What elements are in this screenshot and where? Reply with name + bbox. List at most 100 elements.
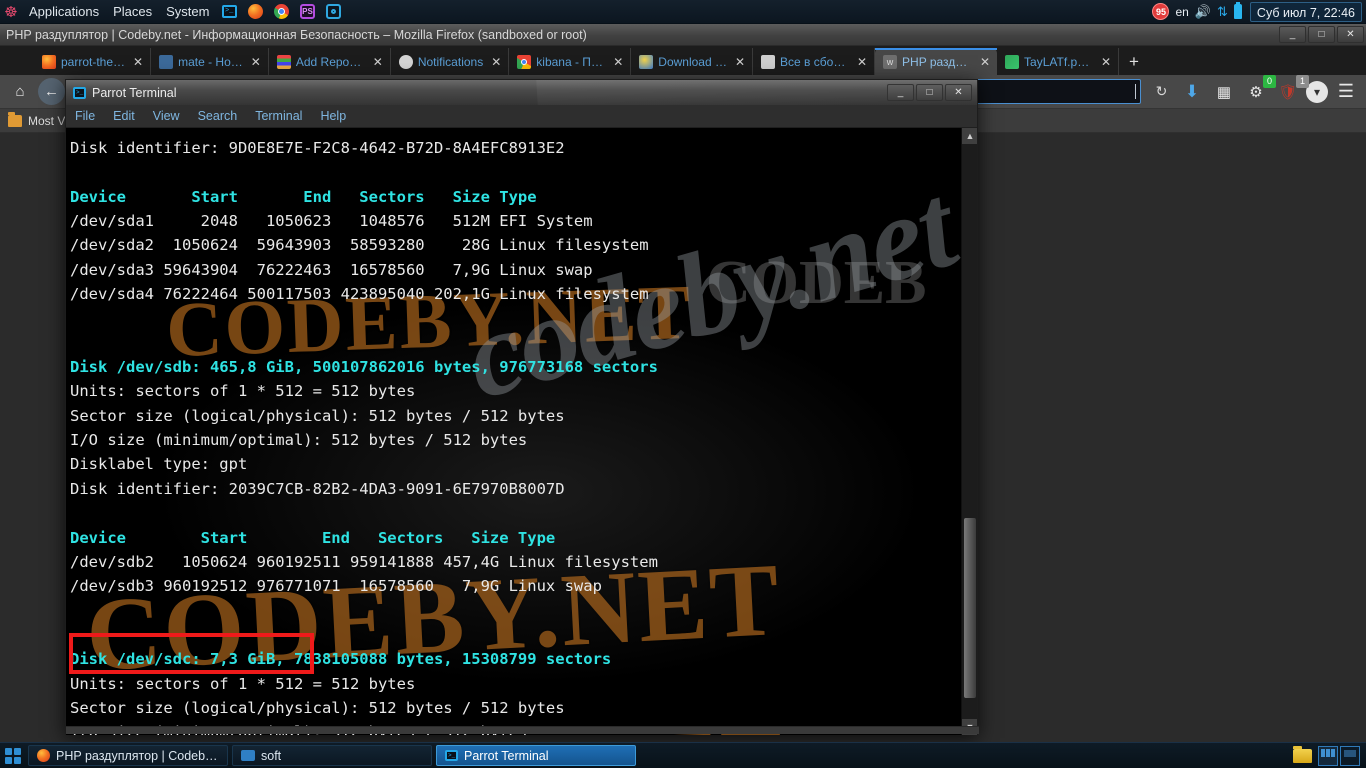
- browser-tab-active[interactable]: w PHP раздуп… ✕: [875, 48, 998, 75]
- terminal-line: Device Start End Sectors Size Type: [70, 528, 556, 547]
- terminal-icon: >_: [73, 86, 86, 99]
- tab-close-icon[interactable]: ✕: [732, 55, 748, 69]
- firefox-titlebar[interactable]: PHP раздуплятор | Codeby.net - Информаци…: [0, 24, 1366, 46]
- tab-close-icon[interactable]: ✕: [854, 55, 870, 69]
- menu-terminal[interactable]: Terminal: [246, 105, 311, 128]
- close-button[interactable]: ✕: [945, 84, 972, 101]
- text-icon: [761, 54, 776, 69]
- folder-icon[interactable]: [1293, 745, 1312, 763]
- browser-tab[interactable]: parrot-the… ✕: [34, 48, 152, 75]
- shield-icon[interactable]: 🛡 1: [1274, 74, 1309, 105]
- tab-close-icon[interactable]: ✕: [1098, 55, 1114, 69]
- tab-close-icon[interactable]: ✕: [610, 55, 626, 69]
- terminal-line: /dev/sdb3 960192512 976771071 16578560 7…: [70, 577, 602, 596]
- terminal-line: Disk /dev/sdb: 465,8 GiB, 500107862016 b…: [70, 358, 658, 377]
- tab-close-icon[interactable]: ✕: [977, 55, 993, 69]
- firefox-icon[interactable]: [242, 0, 268, 24]
- parrot-logo-icon[interactable]: ☸: [0, 3, 22, 21]
- reload-icon[interactable]: ↻: [1149, 83, 1174, 100]
- terminal-line: /dev/sda3 59643904 76222463 16578560 7,9…: [70, 260, 593, 279]
- keyboard-layout-indicator[interactable]: en: [1175, 5, 1188, 19]
- screen-root: PHP раздуплятор | Codeby.net - Информаци…: [0, 0, 1366, 768]
- menu-places[interactable]: Places: [106, 0, 159, 24]
- firefox-icon: [42, 54, 56, 69]
- tab-label: Download …: [658, 54, 727, 69]
- terminal-icon[interactable]: >_: [216, 0, 242, 24]
- menu-view[interactable]: View: [144, 105, 189, 128]
- terminal-titlebar[interactable]: >_ Parrot Terminal _ □ ✕: [66, 80, 977, 105]
- scrollbar-thumb[interactable]: [964, 518, 976, 698]
- network-icon[interactable]: ⇅: [1217, 5, 1228, 18]
- taskbar-item-terminal[interactable]: >_ Parrot Terminal: [436, 745, 636, 766]
- workspace-1[interactable]: [1318, 745, 1338, 766]
- menu-applications[interactable]: Applications: [22, 0, 106, 24]
- terminal-line: /dev/sdb2 1050624 960192511 959141888 45…: [70, 552, 658, 571]
- scroll-up-icon[interactable]: ▲: [962, 128, 977, 144]
- browser-tab[interactable]: Notifications ✕: [390, 48, 510, 75]
- terminal-line: Disk identifier: 2039C7CB-82B2-4DA3-9091…: [70, 479, 565, 498]
- new-tab-button[interactable]: +: [1119, 48, 1149, 75]
- tab-label: PHP раздуп…: [902, 54, 972, 69]
- camera-icon[interactable]: [320, 0, 346, 24]
- terminal-scrollbar[interactable]: ▲ ▼: [961, 128, 977, 735]
- workspace-2[interactable]: [1340, 745, 1360, 766]
- library-icon[interactable]: ▦: [1210, 79, 1238, 105]
- tab-label: TayLATf.pn…: [1024, 54, 1093, 69]
- taskbar-item-soft[interactable]: soft: [232, 745, 432, 766]
- notification-badge[interactable]: 95: [1152, 3, 1170, 20]
- menu-search[interactable]: Search: [189, 105, 247, 128]
- close-button[interactable]: ✕: [1337, 26, 1364, 43]
- chrome-icon[interactable]: [268, 0, 294, 24]
- tab-bar: parrot-the… ✕ mate - Ho… ✕ Add Reposi… ✕…: [0, 46, 1366, 75]
- tab-close-icon[interactable]: ✕: [248, 55, 264, 69]
- browser-tab[interactable]: Download … ✕: [631, 48, 754, 75]
- home-icon[interactable]: ⌂: [6, 79, 34, 105]
- shield-badge: 1: [1296, 74, 1309, 88]
- minimize-button[interactable]: _: [1279, 26, 1306, 43]
- tab-close-icon[interactable]: ✕: [130, 55, 146, 69]
- volume-icon[interactable]: 🔊: [1195, 5, 1211, 18]
- extension-icon[interactable]: ⚙ 0: [1242, 74, 1276, 105]
- pocket-chevron-icon[interactable]: ▾: [1306, 80, 1328, 103]
- browser-tab[interactable]: Add Reposi… ✕: [268, 48, 391, 75]
- terminal-resize-grip[interactable]: [66, 726, 979, 734]
- terminal-menubar: File Edit View Search Terminal Help: [66, 105, 977, 128]
- firefox-window-controls: _ □ ✕: [1279, 26, 1366, 43]
- people-icon: [639, 54, 654, 69]
- firefox-window-title: PHP раздуплятор | Codeby.net - Информаци…: [6, 27, 587, 42]
- taskbar-item-label: soft: [261, 748, 282, 763]
- menu-help[interactable]: Help: [311, 105, 355, 128]
- tab-close-icon[interactable]: ✕: [370, 55, 386, 69]
- browser-tab[interactable]: TayLATf.pn… ✕: [997, 48, 1120, 75]
- tab-label: kibana - По…: [536, 54, 606, 69]
- terminal-body[interactable]: CODEBY.NET CODEBY.NET CODEBY.NET CODEB c…: [66, 128, 977, 735]
- show-desktop-icon[interactable]: [2, 745, 24, 767]
- menu-edit[interactable]: Edit: [104, 105, 144, 128]
- clock[interactable]: Суб июл 7, 22:46: [1249, 1, 1362, 22]
- menu-file[interactable]: File: [66, 105, 104, 128]
- tab-label: parrot-the…: [61, 54, 126, 69]
- taskbar-tray: [1293, 745, 1364, 766]
- tab-label: mate - Ho…: [178, 54, 243, 69]
- download-icon[interactable]: ⬇: [1178, 79, 1206, 105]
- workspace-switcher[interactable]: [1318, 745, 1360, 766]
- maximize-button[interactable]: □: [1308, 26, 1335, 43]
- browser-tab[interactable]: Все в сбор… ✕: [753, 48, 876, 75]
- menu-system[interactable]: System: [159, 0, 216, 24]
- minimize-button[interactable]: _: [887, 84, 914, 101]
- photoshop-icon[interactable]: PS: [294, 0, 320, 24]
- taskbar-item-firefox[interactable]: PHP раздуплятор | Codeb…: [28, 745, 228, 766]
- back-arrow-icon[interactable]: ←: [38, 78, 65, 105]
- browser-tab[interactable]: mate - Ho… ✕: [151, 48, 269, 75]
- hamburger-menu-icon[interactable]: ☰: [1332, 79, 1360, 105]
- tab-close-icon[interactable]: ✕: [488, 55, 504, 69]
- battery-icon[interactable]: [1233, 2, 1242, 19]
- terminal-window-controls: _ □ ✕: [887, 84, 977, 101]
- image-icon: [1005, 54, 1020, 69]
- browser-tab[interactable]: kibana - По… ✕: [509, 48, 632, 75]
- list-icon: [276, 54, 291, 69]
- maximize-button[interactable]: □: [916, 84, 943, 101]
- w-icon: w: [883, 54, 898, 69]
- terminal-icon: >_: [445, 750, 458, 761]
